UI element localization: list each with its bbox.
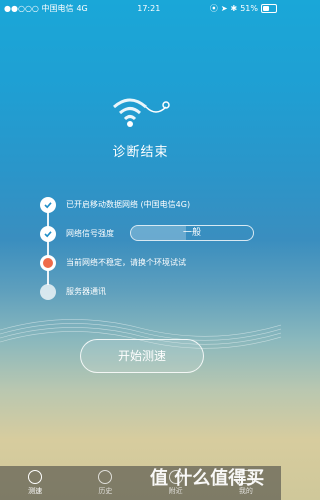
status-right: ⦿ ➤ ✱ 51% — [210, 3, 277, 14]
diagnosis-title: 诊断结束 — [112, 145, 169, 160]
check-icon — [40, 196, 56, 213]
tab-history[interactable]: 历史 — [70, 466, 140, 500]
tab-label: 测速 — [28, 487, 43, 495]
arrow-icon: ➤ — [220, 3, 228, 13]
history-icon — [98, 470, 113, 484]
status-bar: ●●○○○ 中国电信 4G 17:21 ⦿ ➤ ✱ 51% — [0, 0, 281, 16]
step-network-unstable: 当前网络不稳定，请换个环境试试 — [40, 248, 260, 285]
pending-icon — [40, 283, 56, 300]
network-type: 4G — [76, 3, 88, 13]
check-icon — [40, 225, 56, 242]
status-left: ●●○○○ 中国电信 4G — [4, 3, 88, 14]
step-label: 服务器通讯 — [66, 287, 106, 296]
wifi-stethoscope-icon — [112, 98, 170, 127]
signal-strength-meter: 一般 — [130, 225, 254, 241]
battery-icon — [261, 3, 277, 13]
step-label: 已开启移动数据网络 (中国电信4G) — [66, 200, 191, 209]
watermark: 值 什么值得买 — [150, 468, 265, 489]
step-mobile-data: 已开启移动数据网络 (中国电信4G) — [40, 190, 260, 227]
carrier-label: ●●○○○ 中国电信 — [4, 3, 74, 13]
battery-percent: 51% — [240, 3, 258, 13]
hero: 诊断结束 — [0, 85, 281, 160]
tab-speed-test[interactable]: 测速 — [0, 466, 70, 500]
start-speed-test-button[interactable]: 开始测速 — [80, 339, 204, 373]
tab-label: 历史 — [98, 487, 113, 495]
status-time: 17:21 — [137, 3, 161, 13]
signal-strength-label: 一般 — [182, 228, 201, 238]
location-icon: ⦿ — [209, 3, 218, 13]
speed-icon — [28, 470, 43, 484]
diagnosis-steps: 已开启移动数据网络 (中国电信4G) 网络信号强度 一般 当前网络不稳定，请换个… — [40, 190, 260, 306]
step-label: 网络信号强度 — [66, 229, 114, 238]
step-label: 当前网络不稳定，请换个环境试试 — [66, 258, 186, 267]
step-signal-strength: 网络信号强度 一般 — [40, 219, 260, 256]
bluetooth-icon: ✱ — [230, 3, 238, 13]
warning-icon — [40, 254, 56, 271]
